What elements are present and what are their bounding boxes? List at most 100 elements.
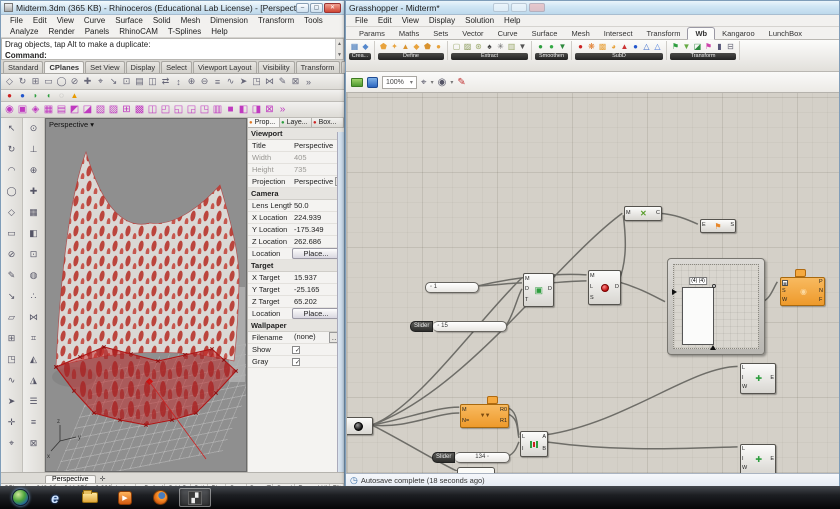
- output-port[interactable]: F: [819, 298, 823, 304]
- tsplines-icon[interactable]: ▥: [211, 104, 224, 115]
- component-icon[interactable]: ⚑: [703, 41, 714, 52]
- slider-track[interactable]: ◦ 1: [425, 282, 479, 293]
- menu-item[interactable]: File: [5, 15, 28, 26]
- menu-item[interactable]: Solid: [148, 15, 176, 26]
- output-port[interactable]: P: [819, 280, 823, 286]
- tsplines-icon[interactable]: ▨: [107, 104, 120, 115]
- component-tab[interactable]: Curve: [491, 28, 525, 39]
- component-icon[interactable]: ✦: [389, 41, 400, 52]
- component-icon[interactable]: ❋: [586, 41, 597, 52]
- gh-number-slider-1[interactable]: ◦ 1: [425, 282, 479, 293]
- sidebar-tool-icon[interactable]: ▭: [7, 223, 16, 244]
- toolbar-icon[interactable]: ↘: [107, 76, 120, 87]
- close-button[interactable]: ✕: [324, 3, 341, 13]
- toolbar-icon[interactable]: ◌: [55, 91, 68, 100]
- toolbar-tab[interactable]: Standard: [3, 61, 43, 73]
- command-area[interactable]: Drag objects, tap Alt to make a duplicat…: [1, 38, 344, 60]
- toolbar-icon[interactable]: ⋈: [263, 76, 276, 87]
- component-icon[interactable]: ▼: [517, 41, 528, 52]
- tsplines-icon[interactable]: ◳: [198, 104, 211, 115]
- close-button[interactable]: [529, 3, 545, 12]
- menu-item[interactable]: Edit: [373, 15, 397, 26]
- sidebar-tool-icon[interactable]: ∿: [8, 370, 16, 391]
- maximize-button[interactable]: [511, 3, 527, 12]
- graph-grip[interactable]: [712, 284, 716, 288]
- command-prompt[interactable]: Command:: [2, 50, 343, 61]
- component-icon[interactable]: ▼: [557, 41, 568, 52]
- component-tab[interactable]: Params: [352, 28, 392, 39]
- menu-item[interactable]: View: [52, 15, 79, 26]
- viewport-tab-perspective[interactable]: Perspective: [45, 475, 96, 483]
- component-icon[interactable]: ◆: [360, 41, 371, 52]
- toolbar-group-label[interactable]: Transform: [670, 53, 736, 60]
- toolbar-icon[interactable]: ◖: [42, 91, 55, 100]
- component-tab[interactable]: Kangaroo: [715, 28, 762, 39]
- component-icon[interactable]: ●: [546, 41, 557, 52]
- tsplines-icon[interactable]: ◪: [81, 104, 94, 115]
- zoom-extents-icon[interactable]: ⌖: [421, 77, 427, 88]
- component-tab[interactable]: Intersect: [597, 28, 640, 39]
- input-port[interactable]: I: [742, 457, 747, 463]
- menu-item[interactable]: Solution: [460, 15, 499, 26]
- gh-node-geometry-pipeline[interactable]: [346, 417, 373, 435]
- menu-item[interactable]: Render: [43, 26, 79, 37]
- sidebar-tool-icon[interactable]: ✚: [30, 181, 38, 202]
- component-icon[interactable]: ✳: [495, 41, 506, 52]
- menu-item[interactable]: Edit: [28, 15, 52, 26]
- sidebar-tool-icon[interactable]: ◭: [30, 349, 37, 370]
- taskbar-active-app-button[interactable]: ▞: [179, 488, 211, 507]
- toolbar-icon[interactable]: ⇄: [159, 76, 172, 87]
- sidebar-tool-icon[interactable]: ⊡: [30, 244, 38, 265]
- toolbar-icon[interactable]: »: [302, 77, 315, 87]
- input-port[interactable]: W: [742, 385, 747, 391]
- chevron-down-icon[interactable]: ▾: [90, 120, 94, 129]
- toolbar-icon[interactable]: ⊡: [120, 76, 133, 87]
- start-button[interactable]: [4, 488, 36, 507]
- tsplines-icon[interactable]: ⊞: [120, 104, 133, 115]
- component-icon[interactable]: ⚑: [670, 41, 681, 52]
- toolbar-icon[interactable]: ◗: [29, 91, 42, 100]
- sidebar-tool-icon[interactable]: ◇: [8, 202, 15, 223]
- toolbar-icon[interactable]: ▲: [68, 91, 81, 100]
- input-port[interactable]: L: [742, 447, 747, 453]
- output-port[interactable]: S: [730, 223, 734, 229]
- tsplines-icon[interactable]: ◉: [3, 104, 16, 115]
- sidebar-tool-icon[interactable]: ⋈: [29, 307, 38, 328]
- output-port[interactable]: D: [615, 285, 619, 291]
- component-icon[interactable]: △: [641, 41, 652, 52]
- input-port[interactable]: L: [742, 366, 747, 372]
- gh-node-e-s[interactable]: E ⚑ S: [700, 219, 736, 233]
- component-icon[interactable]: ▨: [462, 41, 473, 52]
- tsplines-icon[interactable]: ▩: [133, 104, 146, 115]
- toolbar-tab[interactable]: Visibility: [258, 61, 295, 73]
- properties-tab[interactable]: ● Prop...: [248, 118, 280, 127]
- properties-scrollbar[interactable]: [337, 132, 344, 472]
- toolbar-group-label[interactable]: Extract: [451, 53, 528, 60]
- taskbar-explorer-button[interactable]: [74, 488, 106, 507]
- property-value[interactable]: ✓: [292, 358, 300, 366]
- menu-item[interactable]: Panels: [80, 26, 114, 37]
- gh-node-weaverbird-m-c[interactable]: M ✕ C: [624, 206, 662, 221]
- output-port[interactable]: D: [548, 287, 552, 293]
- rhino-titlebar[interactable]: Midterm.3dm (365 KB) - Rhinoceros (Educa…: [1, 1, 344, 15]
- menu-item[interactable]: Help: [499, 15, 525, 26]
- component-icon[interactable]: ♠: [484, 41, 495, 52]
- input-port[interactable]: S: [782, 289, 788, 295]
- tsplines-icon[interactable]: ◩: [68, 104, 81, 115]
- sketch-pen-icon[interactable]: ✎: [457, 77, 465, 88]
- grasshopper-canvas[interactable]: M ✕ C E ⚑ S MDT ▣ D MLS D: [346, 93, 839, 473]
- toolbar-group-label[interactable]: Smoothen: [535, 53, 568, 60]
- warning-balloon[interactable]: [795, 269, 806, 277]
- menu-item[interactable]: File: [350, 15, 373, 26]
- sidebar-tool-icon[interactable]: ◮: [30, 370, 37, 391]
- component-tab[interactable]: Maths: [392, 28, 426, 39]
- toolbar-group-label[interactable]: SubD: [575, 53, 663, 60]
- sidebar-tool-icon[interactable]: ◯: [6, 181, 16, 202]
- menu-item[interactable]: Surface: [110, 15, 148, 26]
- tsplines-icon[interactable]: ◲: [185, 104, 198, 115]
- component-icon[interactable]: ▩: [597, 41, 608, 52]
- input-port[interactable]: T: [525, 298, 530, 304]
- component-tab[interactable]: Transform: [640, 28, 688, 39]
- tsplines-icon[interactable]: ◰: [159, 104, 172, 115]
- sidebar-tool-icon[interactable]: ◍: [30, 265, 38, 286]
